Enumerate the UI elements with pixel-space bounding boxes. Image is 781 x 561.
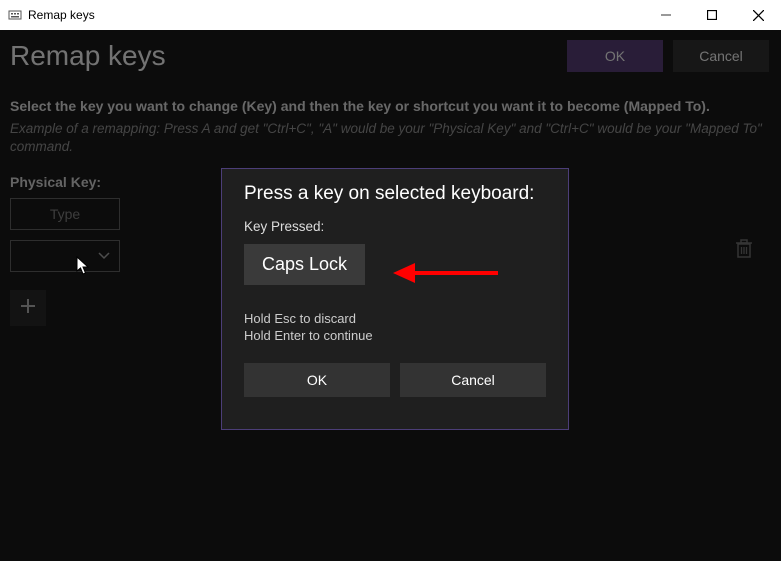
dialog-ok-button[interactable]: OK — [244, 363, 390, 397]
dialog-cancel-button[interactable]: Cancel — [400, 363, 546, 397]
titlebar: Remap keys — [0, 0, 781, 30]
close-button[interactable] — [735, 0, 781, 30]
maximize-button[interactable] — [689, 0, 735, 30]
window-controls — [643, 0, 781, 30]
dialog-hints: Hold Esc to discard Hold Enter to contin… — [244, 311, 546, 345]
app-icon — [8, 8, 22, 22]
dialog-subtitle: Key Pressed: — [244, 219, 546, 234]
hint-continue: Hold Enter to continue — [244, 328, 546, 345]
key-press-dialog: Press a key on selected keyboard: Key Pr… — [221, 168, 569, 430]
key-pressed-chip: Caps Lock — [244, 244, 365, 285]
hint-discard: Hold Esc to discard — [244, 311, 546, 328]
titlebar-text: Remap keys — [28, 8, 95, 22]
dialog-title: Press a key on selected keyboard: — [244, 183, 546, 205]
minimize-button[interactable] — [643, 0, 689, 30]
